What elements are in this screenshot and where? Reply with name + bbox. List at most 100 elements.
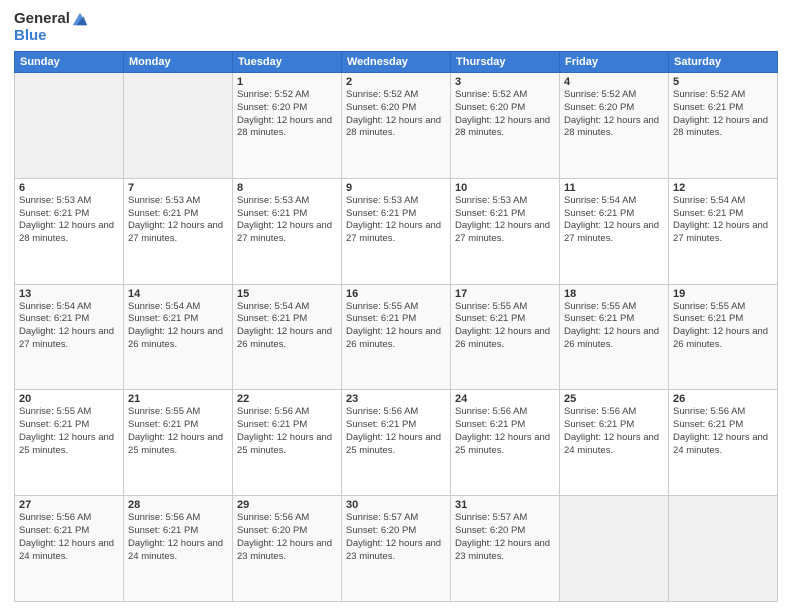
calendar-cell (124, 73, 233, 179)
calendar-week-row: 20Sunrise: 5:55 AMSunset: 6:21 PMDayligh… (15, 390, 778, 496)
day-detail: Sunrise: 5:52 AMSunset: 6:20 PMDaylight:… (237, 89, 337, 140)
day-number: 20 (19, 393, 119, 405)
day-number: 12 (673, 182, 773, 194)
day-detail: Sunrise: 5:55 AMSunset: 6:21 PMDaylight:… (564, 301, 664, 352)
logo: General Blue (14, 10, 89, 43)
day-detail: Sunrise: 5:53 AMSunset: 6:21 PMDaylight:… (237, 195, 337, 246)
page: General Blue SundayMondayTuesdayWednesda… (0, 0, 792, 612)
calendar-cell: 26Sunrise: 5:56 AMSunset: 6:21 PMDayligh… (669, 390, 778, 496)
calendar-cell: 30Sunrise: 5:57 AMSunset: 6:20 PMDayligh… (342, 496, 451, 602)
day-number: 14 (128, 288, 228, 300)
weekday-label: Saturday (669, 52, 778, 73)
day-number: 29 (237, 499, 337, 511)
day-number: 3 (455, 76, 555, 88)
day-detail: Sunrise: 5:54 AMSunset: 6:21 PMDaylight:… (237, 301, 337, 352)
day-detail: Sunrise: 5:57 AMSunset: 6:20 PMDaylight:… (346, 512, 446, 563)
day-number: 8 (237, 182, 337, 194)
calendar-cell: 25Sunrise: 5:56 AMSunset: 6:21 PMDayligh… (560, 390, 669, 496)
day-number: 16 (346, 288, 446, 300)
day-detail: Sunrise: 5:55 AMSunset: 6:21 PMDaylight:… (346, 301, 446, 352)
calendar-cell: 22Sunrise: 5:56 AMSunset: 6:21 PMDayligh… (233, 390, 342, 496)
day-detail: Sunrise: 5:54 AMSunset: 6:21 PMDaylight:… (673, 195, 773, 246)
day-detail: Sunrise: 5:52 AMSunset: 6:20 PMDaylight:… (564, 89, 664, 140)
day-number: 30 (346, 499, 446, 511)
calendar-cell: 15Sunrise: 5:54 AMSunset: 6:21 PMDayligh… (233, 284, 342, 390)
day-detail: Sunrise: 5:52 AMSunset: 6:20 PMDaylight:… (455, 89, 555, 140)
weekday-label: Monday (124, 52, 233, 73)
calendar-cell: 29Sunrise: 5:56 AMSunset: 6:20 PMDayligh… (233, 496, 342, 602)
day-number: 25 (564, 393, 664, 405)
day-detail: Sunrise: 5:55 AMSunset: 6:21 PMDaylight:… (455, 301, 555, 352)
calendar-cell: 23Sunrise: 5:56 AMSunset: 6:21 PMDayligh… (342, 390, 451, 496)
weekday-label: Thursday (451, 52, 560, 73)
calendar-cell: 19Sunrise: 5:55 AMSunset: 6:21 PMDayligh… (669, 284, 778, 390)
calendar-cell: 2Sunrise: 5:52 AMSunset: 6:20 PMDaylight… (342, 73, 451, 179)
calendar-cell: 7Sunrise: 5:53 AMSunset: 6:21 PMDaylight… (124, 178, 233, 284)
day-number: 6 (19, 182, 119, 194)
day-detail: Sunrise: 5:55 AMSunset: 6:21 PMDaylight:… (673, 301, 773, 352)
calendar-week-row: 13Sunrise: 5:54 AMSunset: 6:21 PMDayligh… (15, 284, 778, 390)
logo-text: General (14, 11, 70, 28)
day-number: 2 (346, 76, 446, 88)
day-number: 21 (128, 393, 228, 405)
day-detail: Sunrise: 5:54 AMSunset: 6:21 PMDaylight:… (128, 301, 228, 352)
calendar-cell (669, 496, 778, 602)
calendar-cell: 28Sunrise: 5:56 AMSunset: 6:21 PMDayligh… (124, 496, 233, 602)
calendar-cell: 18Sunrise: 5:55 AMSunset: 6:21 PMDayligh… (560, 284, 669, 390)
day-detail: Sunrise: 5:54 AMSunset: 6:21 PMDaylight:… (19, 301, 119, 352)
day-number: 13 (19, 288, 119, 300)
day-detail: Sunrise: 5:56 AMSunset: 6:21 PMDaylight:… (237, 406, 337, 457)
day-detail: Sunrise: 5:55 AMSunset: 6:21 PMDaylight:… (128, 406, 228, 457)
day-number: 10 (455, 182, 555, 194)
day-number: 18 (564, 288, 664, 300)
calendar-cell: 5Sunrise: 5:52 AMSunset: 6:21 PMDaylight… (669, 73, 778, 179)
day-number: 28 (128, 499, 228, 511)
day-detail: Sunrise: 5:52 AMSunset: 6:21 PMDaylight:… (673, 89, 773, 140)
logo-blue: Blue (14, 28, 89, 43)
calendar-cell: 13Sunrise: 5:54 AMSunset: 6:21 PMDayligh… (15, 284, 124, 390)
day-number: 1 (237, 76, 337, 88)
day-detail: Sunrise: 5:53 AMSunset: 6:21 PMDaylight:… (346, 195, 446, 246)
calendar-cell: 11Sunrise: 5:54 AMSunset: 6:21 PMDayligh… (560, 178, 669, 284)
day-detail: Sunrise: 5:56 AMSunset: 6:20 PMDaylight:… (237, 512, 337, 563)
day-number: 26 (673, 393, 773, 405)
day-detail: Sunrise: 5:56 AMSunset: 6:21 PMDaylight:… (128, 512, 228, 563)
day-number: 27 (19, 499, 119, 511)
day-number: 7 (128, 182, 228, 194)
day-number: 15 (237, 288, 337, 300)
calendar-cell: 1Sunrise: 5:52 AMSunset: 6:20 PMDaylight… (233, 73, 342, 179)
calendar-cell: 9Sunrise: 5:53 AMSunset: 6:21 PMDaylight… (342, 178, 451, 284)
weekday-label: Tuesday (233, 52, 342, 73)
calendar-week-row: 6 Sunrise: 5:53 AMSunset: 6:21 PMDaylight… (15, 178, 778, 284)
day-number: 24 (455, 393, 555, 405)
day-detail: Sunrise: 5:56 AMSunset: 6:21 PMDaylight:… (455, 406, 555, 457)
day-number: 11 (564, 182, 664, 194)
calendar-cell: 14Sunrise: 5:54 AMSunset: 6:21 PMDayligh… (124, 284, 233, 390)
weekday-header-row: SundayMondayTuesdayWednesdayThursdayFrid… (15, 52, 778, 73)
day-number: 4 (564, 76, 664, 88)
calendar-cell: 31Sunrise: 5:57 AMSunset: 6:20 PMDayligh… (451, 496, 560, 602)
day-number: 31 (455, 499, 555, 511)
calendar-cell (15, 73, 124, 179)
calendar-cell: 12Sunrise: 5:54 AMSunset: 6:21 PMDayligh… (669, 178, 778, 284)
day-number: 5 (673, 76, 773, 88)
calendar-cell: 4Sunrise: 5:52 AMSunset: 6:20 PMDaylight… (560, 73, 669, 179)
calendar-cell: 21Sunrise: 5:55 AMSunset: 6:21 PMDayligh… (124, 390, 233, 496)
day-detail: Sunrise: 5:56 AMSunset: 6:21 PMDaylight:… (564, 406, 664, 457)
calendar-cell: 20Sunrise: 5:55 AMSunset: 6:21 PMDayligh… (15, 390, 124, 496)
header: General Blue (14, 10, 778, 43)
day-detail: Sunrise: 5:57 AMSunset: 6:20 PMDaylight:… (455, 512, 555, 563)
calendar-cell: 3Sunrise: 5:52 AMSunset: 6:20 PMDaylight… (451, 73, 560, 179)
day-detail: Sunrise: 5:55 AMSunset: 6:21 PMDaylight:… (19, 406, 119, 457)
day-number: 23 (346, 393, 446, 405)
weekday-label: Wednesday (342, 52, 451, 73)
calendar-cell: 8Sunrise: 5:53 AMSunset: 6:21 PMDaylight… (233, 178, 342, 284)
day-detail: Sunrise: 5:56 AMSunset: 6:21 PMDaylight:… (673, 406, 773, 457)
day-detail: Sunrise: 5:52 AMSunset: 6:20 PMDaylight:… (346, 89, 446, 140)
day-detail: Sunrise: 5:53 AMSunset: 6:21 PMDaylight:… (128, 195, 228, 246)
calendar-cell: 24Sunrise: 5:56 AMSunset: 6:21 PMDayligh… (451, 390, 560, 496)
day-number: 9 (346, 182, 446, 194)
calendar-week-row: 1Sunrise: 5:52 AMSunset: 6:20 PMDaylight… (15, 73, 778, 179)
calendar-body: 1Sunrise: 5:52 AMSunset: 6:20 PMDaylight… (15, 73, 778, 602)
calendar-cell: 17Sunrise: 5:55 AMSunset: 6:21 PMDayligh… (451, 284, 560, 390)
